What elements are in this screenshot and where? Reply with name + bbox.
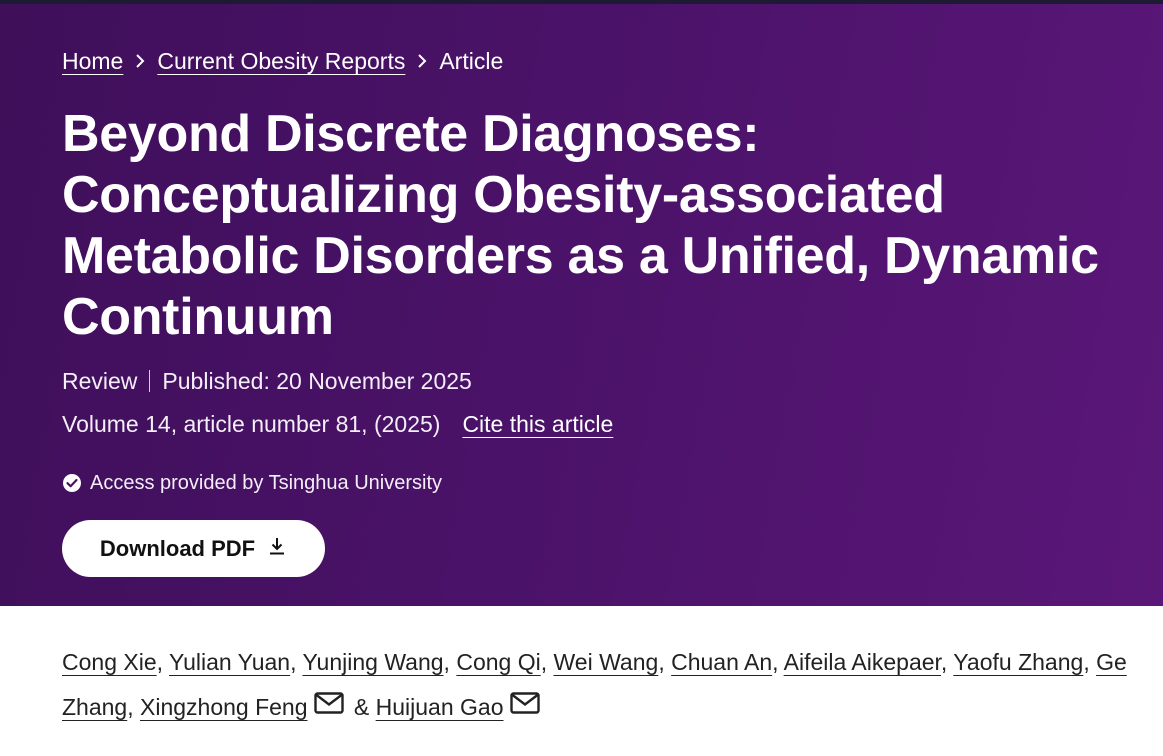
download-pdf-label: Download PDF (99, 535, 256, 561)
download-icon (267, 536, 287, 562)
access-text: Access provided by Tsinghua University (90, 472, 443, 494)
author-separator: , (443, 649, 457, 675)
chevron-right-icon (405, 54, 439, 68)
cite-this-article-link[interactable]: Cite this article (462, 409, 613, 439)
published-date: Published: 20 November 2025 (162, 368, 472, 394)
envelope-icon[interactable] (313, 684, 344, 729)
author-link[interactable]: Chuan An (671, 649, 772, 675)
article-type: Review (62, 368, 138, 394)
check-circle-icon (62, 473, 82, 493)
breadcrumb: Home Current Obesity Reports Article (62, 46, 503, 76)
author-link[interactable]: Wei Wang (553, 649, 658, 675)
author-link[interactable]: Cong Xie (62, 649, 157, 675)
author-link[interactable]: Yulian Yuan (169, 649, 290, 675)
meta-divider (149, 370, 151, 392)
author-link[interactable]: Cong Qi (456, 649, 540, 675)
article-meta: Review Published: 20 November 2025 (62, 366, 472, 396)
breadcrumb-home-link[interactable]: Home (62, 46, 123, 76)
author-separator: , (156, 649, 169, 675)
envelope-icon[interactable] (509, 684, 540, 729)
breadcrumb-current: Article (439, 48, 504, 74)
author-separator: , (658, 649, 672, 675)
breadcrumb-journal-link[interactable]: Current Obesity Reports (157, 46, 405, 76)
article-title: Beyond Discrete Diagnoses: Conceptualizi… (62, 105, 1099, 346)
author-separator: , (540, 649, 554, 675)
article-header: Home Current Obesity Reports Article Bey… (0, 0, 1163, 606)
access-notice: Access provided by Tsinghua University (62, 470, 442, 496)
article-citation-line: Volume 14, article number 81, (2025) Cit… (62, 409, 613, 439)
author-separator: , (290, 649, 303, 675)
author-link[interactable]: Yunjing Wang (302, 649, 443, 675)
author-link[interactable]: Yaofu Zhang (953, 649, 1083, 675)
author-separator: , (1083, 649, 1097, 675)
author-link[interactable]: Aifeila Aikepaer (784, 649, 941, 675)
author-separator: , (127, 694, 140, 720)
author-link[interactable]: Xingzhong Feng (140, 694, 308, 720)
author-separator: , (772, 649, 784, 675)
author-link[interactable]: Huijuan Gao (376, 694, 504, 720)
volume-info: Volume 14, article number 81, (2025) (62, 411, 441, 437)
author-list: Cong Xie, Yulian Yuan, Yunjing Wang, Con… (62, 640, 1137, 731)
author-separator: , (940, 649, 954, 675)
chevron-right-icon (123, 54, 157, 68)
author-separator: & (347, 694, 376, 720)
download-pdf-button[interactable]: Download PDF (62, 520, 325, 577)
